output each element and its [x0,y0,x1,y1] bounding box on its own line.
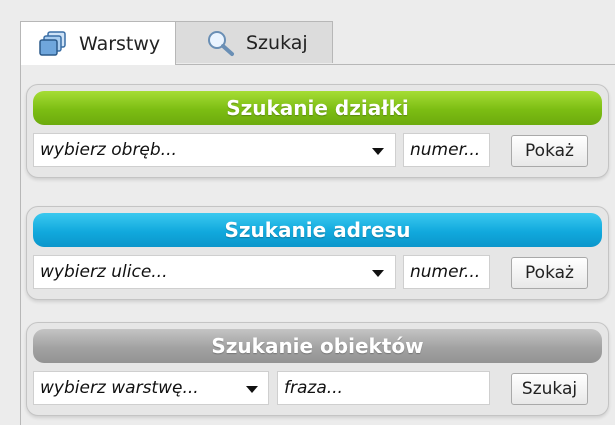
tab-layers[interactable]: Warstwy [20,21,176,65]
precinct-select[interactable]: wybierz obręb... [33,133,396,167]
parcel-search-panel: Szukanie działki wybierz obręb... numer.… [26,84,609,178]
show-parcel-button[interactable]: Pokaż [511,135,588,167]
object-search-title: Szukanie obiektów [33,329,602,363]
precinct-select-value: wybierz obręb... [40,140,177,160]
phrase-placeholder: fraza... [284,378,343,398]
object-search-panel: Szukanie obiektów wybierz warstwę... fra… [26,322,609,416]
phrase-input[interactable]: fraza... [277,371,490,405]
address-number-input[interactable]: numer... [403,255,490,289]
address-search-panel: Szukanie adresu wybierz ulice... numer..… [26,206,609,300]
chevron-down-icon [372,148,384,155]
show-address-button[interactable]: Pokaż [511,257,588,289]
address-search-title: Szukanie adresu [33,213,602,247]
address-number-placeholder: numer... [410,262,481,282]
parcel-search-title: Szukanie działki [33,91,602,125]
layers-icon [39,30,69,58]
search-objects-button[interactable]: Szukaj [511,373,588,405]
tab-search-label: Szukaj [246,31,308,54]
tab-search[interactable]: Szukaj [175,21,333,63]
parcel-number-input[interactable]: numer... [403,133,490,167]
layer-select[interactable]: wybierz warstwę... [33,371,269,405]
street-select-value: wybierz ulice... [40,262,168,282]
street-select[interactable]: wybierz ulice... [33,255,396,289]
parcel-number-placeholder: numer... [410,140,481,160]
tab-layers-label: Warstwy [79,32,161,55]
chevron-down-icon [246,386,258,393]
search-icon [206,29,236,57]
tab-bar: Warstwy Szukaj [20,21,333,65]
chevron-down-icon [372,270,384,277]
layer-select-value: wybierz warstwę... [40,378,199,398]
